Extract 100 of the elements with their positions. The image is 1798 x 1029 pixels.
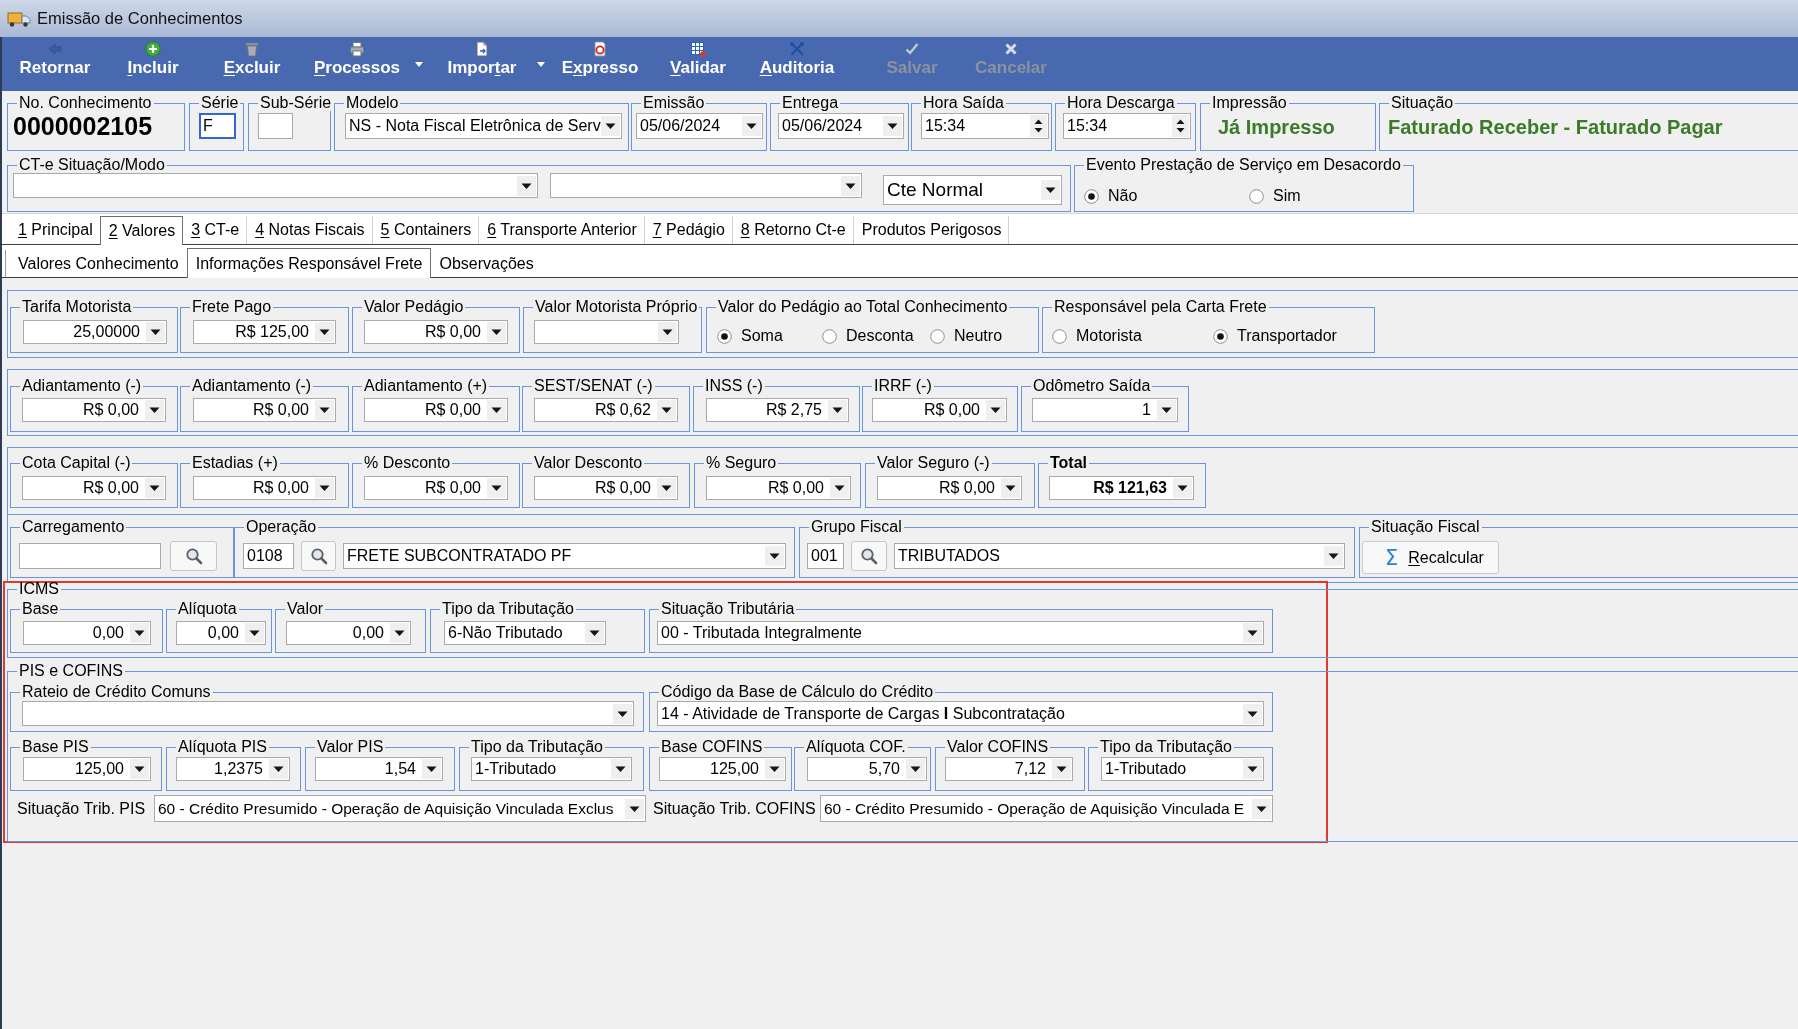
radio-button[interactable] [930,328,945,344]
dropdown-field[interactable]: 1 [1032,398,1178,422]
radio-button[interactable] [1213,328,1228,344]
dropdown-field[interactable]: R$ 0,62 [534,398,678,422]
dropdown-field[interactable]: Cte Normal [883,175,1062,205]
dropdown-field[interactable]: 1-Tributado [471,757,632,781]
search-button[interactable] [301,541,336,571]
dropdown-field[interactable]: R$ 0,00 [364,320,508,344]
toolbar-button[interactable]: Processos [306,37,430,91]
dropdown-field[interactable]: R$ 0,00 [193,398,336,422]
dropdown-field[interactable]: R$ 0,00 [364,476,508,500]
dropdown-field[interactable]: R$ 125,00 [193,320,336,344]
dropdown-field[interactable]: R$ 0,00 [22,476,166,500]
code-field[interactable]: 001 [807,543,844,569]
dropdown-field[interactable]: R$ 0,00 [706,476,851,500]
group-label: Valor do Pedágio ao Total Conhecimento [717,299,1009,315]
dropdown-field[interactable]: R$ 0,00 [193,476,336,500]
group-label: Alíquota COF. [805,739,907,755]
recalculate-button[interactable]: Σ Recalcular [1362,541,1499,574]
radio-label[interactable]: Desconta [846,327,914,345]
dropdown-field[interactable]: R$ 0,00 [872,398,1007,422]
radio-button[interactable] [717,328,732,344]
dropdown-field[interactable] [550,173,862,198]
dropdown-field[interactable]: 0,00 [23,621,151,645]
dropdown-field[interactable]: 7,12 [945,757,1073,781]
status-text: Já Impresso [1218,115,1335,140]
radio-button[interactable] [1052,328,1067,344]
dropdown-field[interactable]: 6-Não Tributado [444,621,606,645]
dropdown-field[interactable] [13,173,538,198]
dropdown-field[interactable]: R$ 0,00 [22,398,166,422]
toolbar-button[interactable]: Retornar [10,37,100,91]
search-button[interactable] [170,541,217,571]
dropdown-field[interactable]: 125,00 [659,757,786,781]
radio-button[interactable] [1249,188,1264,204]
table-icon [690,41,706,57]
toolbar-button[interactable]: Importar [434,37,552,91]
dropdown-field[interactable] [22,701,634,726]
time-spinner[interactable]: 15:34 [921,113,1049,139]
dropdown-field[interactable]: R$ 0,00 [364,398,508,422]
text-field[interactable]: F [199,113,236,139]
caret-down-icon[interactable] [415,62,423,67]
toolbar-button[interactable]: Expresso [556,37,644,91]
radio-button[interactable] [1084,188,1099,204]
dropdown-field[interactable]: 05/06/2024 [778,113,904,139]
radio-label[interactable]: Soma [741,327,783,345]
toolbar-button[interactable]: Validar [656,37,740,91]
caret-down-icon[interactable] [537,62,545,67]
search-icon [184,547,203,565]
tab[interactable]: 2 Valores [99,216,184,245]
group-label: Adiantamento (-) [21,378,143,394]
radio-label[interactable]: Transportador [1237,327,1337,345]
dropdown-field[interactable]: NS - Nota Fiscal Eletrônica de Serv [345,113,622,139]
radio-label[interactable]: Motorista [1076,327,1142,345]
group-label: Cota Capital (-) [21,455,132,471]
up-down-arrows-icon[interactable] [1172,115,1189,137]
dropdown-field[interactable]: 60 - Crédito Presumido - Operação de Aquisição Vinculada E [820,795,1273,822]
toolbar-button[interactable]: Incluir [110,37,196,91]
radio-button[interactable] [822,328,837,344]
dropdown-field[interactable]: R$ 0,00 [534,476,678,500]
dropdown-field[interactable]: 1,2375 [176,757,290,781]
dropdown-field[interactable]: 1,54 [315,757,443,781]
dropdown-field[interactable]: 1-Tributado [1101,757,1264,781]
dropdown-field[interactable]: 00 - Tributada Integralmente [657,621,1264,645]
group-label: Frete Pago [191,299,273,315]
code-field[interactable]: 0108 [243,543,294,569]
dropdown-field[interactable]: 0,00 [286,621,411,645]
dropdown-field[interactable]: 05/06/2024 [636,113,763,139]
radio-label[interactable]: Neutro [954,327,1003,345]
toolbar-button[interactable]: Excluir [206,37,298,91]
dropdown-field[interactable]: 25,00000 [23,320,167,344]
dropdown-field[interactable]: R$ 2,75 [706,398,849,422]
sum-icon: Σ [1385,546,1399,569]
dropdown-field[interactable]: 5,70 [807,757,927,781]
group-label: Valor Motorista Próprio [534,299,699,315]
time-spinner[interactable]: 15:34 [1063,113,1191,139]
dropdown-field[interactable] [534,320,679,344]
dropdown-field[interactable]: TRIBUTADOS [894,543,1345,569]
group-label: Sub-Série [259,95,333,111]
text-field[interactable] [19,543,161,569]
text-field[interactable] [258,113,293,139]
radio-label[interactable]: Não [1108,187,1138,205]
group-label: PIS e COFINS [18,663,125,679]
dropdown-field[interactable]: R$ 0,00 [877,476,1022,500]
dropdown-field[interactable]: 0,00 [176,621,266,645]
up-down-arrows-icon[interactable] [1030,115,1047,137]
group-label: Base [21,601,60,617]
group-label: Valor Desconto [533,455,644,471]
dropdown-field[interactable]: 14 - Atividade de Transporte de Cargas I Subcontratação [657,701,1264,726]
group-label: Total [1049,455,1089,471]
radio-label[interactable]: Sim [1273,187,1301,205]
search-button[interactable] [851,541,887,571]
group-label: Base COFINS [660,739,764,755]
group-label: Situação Fiscal [1370,519,1481,535]
dropdown-field[interactable]: 125,00 [23,757,151,781]
tab[interactable]: Informações Responsável Frete [186,248,432,278]
dropdown-field[interactable]: 60 - Crédito Presumido - Operação de Aquisição Vinculada Exclus [154,795,646,822]
group-label: Carregamento [21,519,126,535]
dropdown-field[interactable]: R$ 121,63 [1049,476,1194,500]
toolbar-button[interactable]: Auditoria [748,37,846,91]
dropdown-field[interactable]: FRETE SUBCONTRATADO PF [343,543,786,569]
